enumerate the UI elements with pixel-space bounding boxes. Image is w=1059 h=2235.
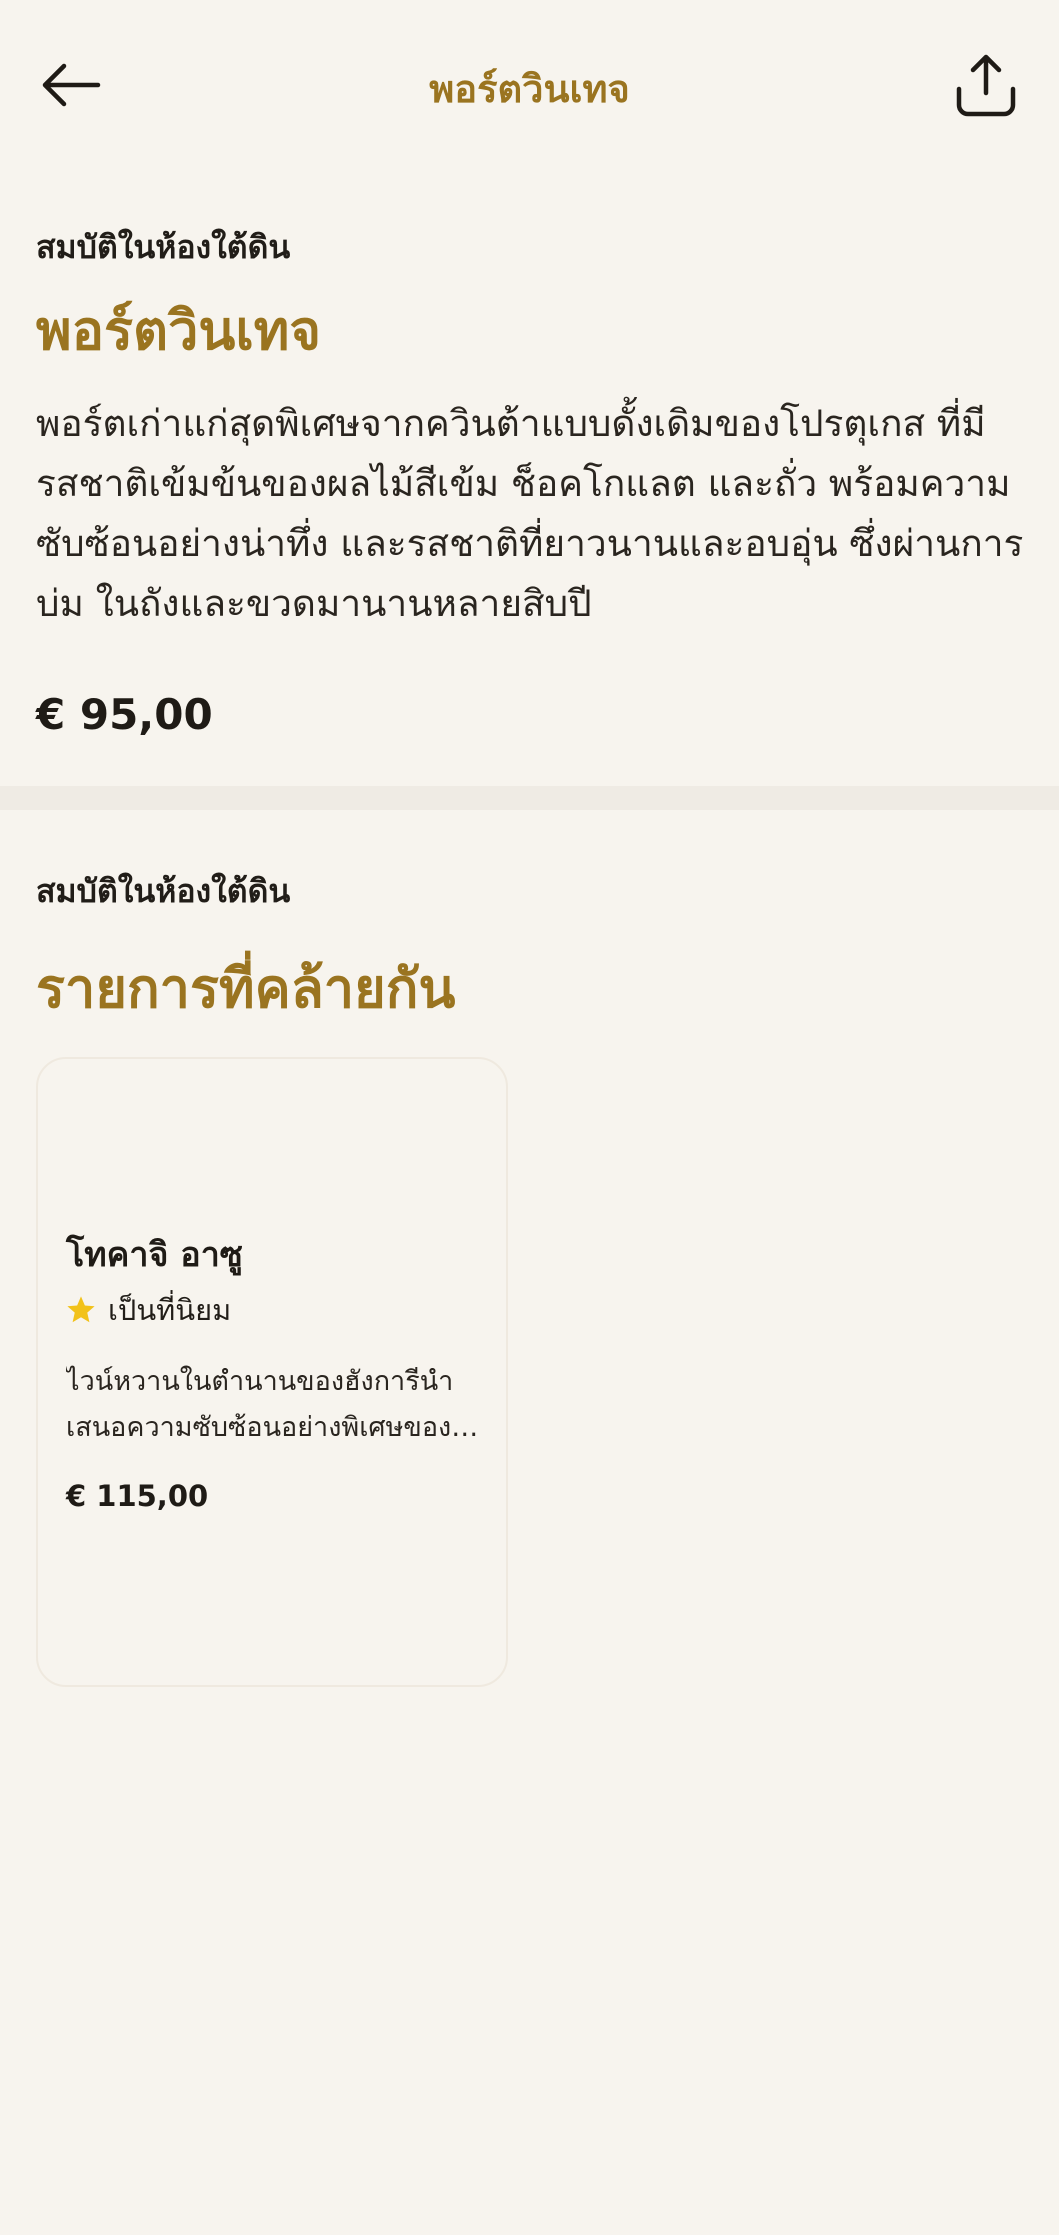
similar-section-header: สมบัติในห้องใต้ดิน รายการที่คล้ายกัน [36, 866, 1026, 1031]
similar-category: สมบัติในห้องใต้ดิน [36, 872, 291, 910]
section-divider [0, 786, 1059, 810]
similar-item-name: โทคาจิ อาซู [66, 1235, 243, 1275]
star-icon [64, 1293, 98, 1327]
product-details: สมบัติในห้องใต้ดิน พอร์ตวินเทจ พอร์ตเก่า… [36, 222, 1026, 739]
share-button[interactable] [949, 48, 1023, 122]
similar-title: รายการที่คล้ายกัน [36, 957, 456, 1020]
product-category: สมบัติในห้องใต้ดิน [36, 228, 291, 266]
similar-item-description: ไวน์หวานในตำนานของฮังการีนำเสนอความซับซ้… [66, 1366, 454, 1443]
badge-label: เป็นที่นิยม [108, 1293, 232, 1327]
product-price: € 95,00 [36, 690, 213, 740]
popular-badge: เป็นที่นิยม [64, 1287, 231, 1333]
share-icon [956, 54, 1016, 117]
product-name: พอร์ตวินเทจ [36, 299, 322, 362]
top-bar: พอร์ตวินเทจ [0, 0, 1059, 170]
product-description: พอร์ตเก่าแก่สุดพิเศษจากควินต้าแบบดั้งเดิ… [36, 402, 1024, 626]
similar-item-card[interactable]: โทคาจิ อาซู เป็นที่นิยม ไวน์หวานในตำนานข… [36, 1057, 508, 1687]
page-title: พอร์ตวินเทจ [429, 67, 630, 111]
similar-item-price: € 115,00 [66, 1479, 209, 1513]
